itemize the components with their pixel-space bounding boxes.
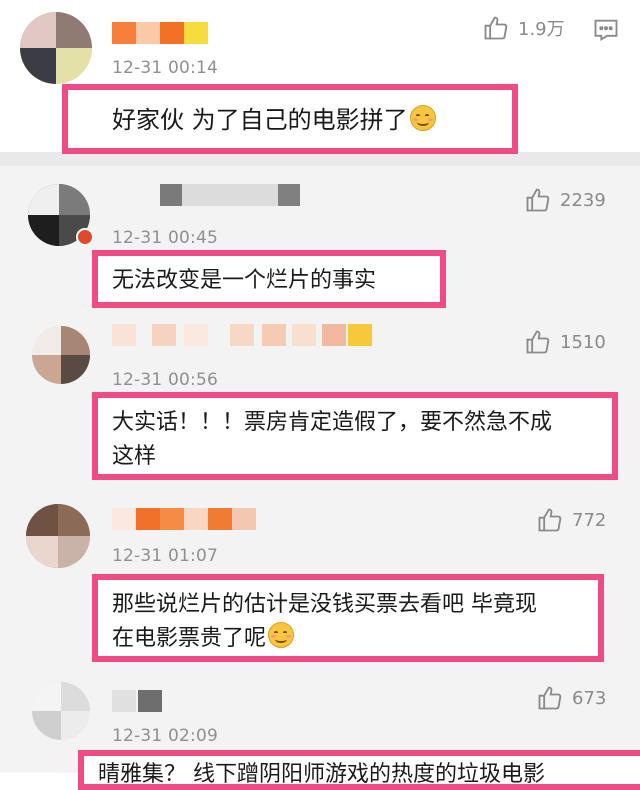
username-blurred[interactable] bbox=[112, 508, 262, 530]
like-count: 2239 bbox=[560, 189, 606, 211]
comment-time: 12-31 00:45 bbox=[112, 228, 218, 248]
comment-text-line: 大实话！！！票房肯定造假了，要不然急不成 bbox=[112, 410, 553, 435]
thumb-up-icon bbox=[526, 330, 550, 354]
like-button[interactable]: 772 bbox=[536, 506, 606, 534]
thumb-up-icon bbox=[538, 508, 562, 532]
verified-badge-icon bbox=[76, 228, 94, 246]
like-count: 1510 bbox=[560, 331, 606, 353]
comment-time: 12-31 02:09 bbox=[112, 726, 218, 746]
username-blurred[interactable] bbox=[160, 184, 300, 206]
comment-bubble-icon[interactable] bbox=[592, 16, 620, 44]
like-button[interactable]: 2239 bbox=[524, 186, 606, 214]
comment-text-line: 这样 bbox=[112, 444, 157, 469]
like-button[interactable]: 1.9万 bbox=[482, 14, 565, 42]
thumb-up-icon bbox=[538, 686, 562, 710]
username-blurred[interactable] bbox=[112, 324, 372, 346]
thumb-up-icon bbox=[526, 188, 550, 212]
like-count: 673 bbox=[572, 687, 607, 709]
comment-text-box: 大实话！！！票房肯定造假了，要不然急不成 这样 bbox=[92, 392, 618, 480]
avatar[interactable] bbox=[32, 326, 90, 384]
avatar[interactable] bbox=[20, 12, 92, 84]
comment-text-line: 晴雅集？ 线下蹭阴阳师游戏的热度的垃圾电影 bbox=[98, 762, 545, 787]
like-button[interactable]: 1510 bbox=[524, 328, 606, 356]
comment-text-line: 好家伙 为了自己的电影拼了 bbox=[112, 106, 408, 134]
section-divider bbox=[0, 152, 640, 166]
like-count: 772 bbox=[572, 509, 607, 531]
comment-text-line: 在电影票贵了呢 bbox=[112, 626, 267, 651]
comment-time: 12-31 01:07 bbox=[112, 546, 218, 566]
comment-text-box: 那些说烂片的估计是没钱买票去看吧 毕竟现 在电影票贵了呢 bbox=[92, 574, 604, 662]
smile-emoji-icon bbox=[409, 105, 436, 131]
like-button[interactable]: 673 bbox=[536, 684, 606, 712]
thumb-up-icon bbox=[484, 16, 508, 40]
username-blurred[interactable] bbox=[112, 690, 162, 712]
smile-emoji-icon bbox=[268, 622, 295, 648]
comment-text-box: 好家伙 为了自己的电影拼了 bbox=[62, 84, 518, 154]
like-count: 1.9万 bbox=[518, 19, 565, 40]
comment-time: 12-31 00:56 bbox=[112, 370, 218, 390]
avatar[interactable] bbox=[26, 504, 90, 568]
comment-time: 12-31 00:14 bbox=[112, 58, 218, 78]
comment-text-box: 晴雅集？ 线下蹭阴阳师游戏的热度的垃圾电影 bbox=[78, 750, 640, 790]
avatar[interactable] bbox=[32, 682, 90, 740]
comment-text-line: 无法改变是一个烂片的事实 bbox=[112, 268, 377, 293]
comment-text-line: 那些说烂片的估计是没钱买票去看吧 毕竟现 bbox=[112, 592, 537, 617]
comment-text-box: 无法改变是一个烂片的事实 bbox=[92, 250, 446, 308]
username-blurred[interactable] bbox=[112, 22, 208, 44]
